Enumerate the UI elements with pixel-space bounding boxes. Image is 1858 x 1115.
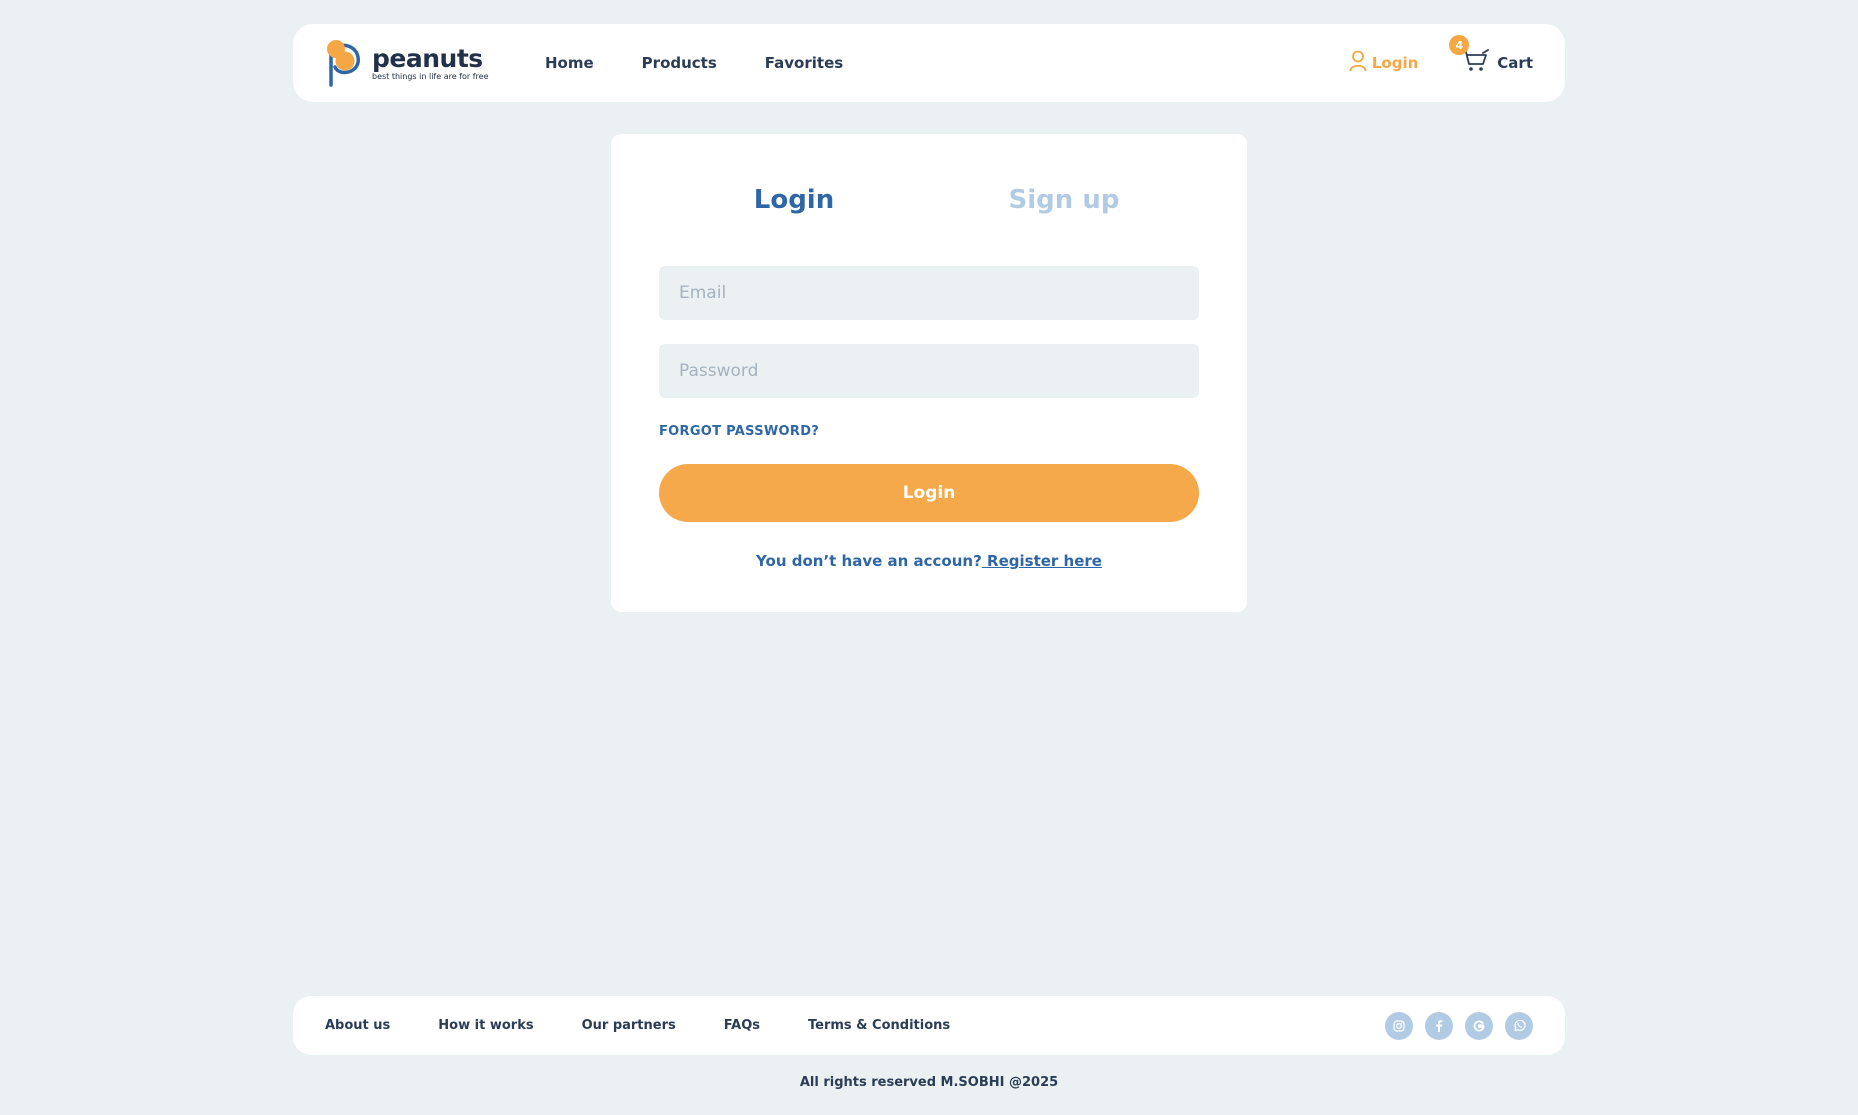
cart-button[interactable]: 4 Cart: [1449, 35, 1533, 77]
footer-link-how-it-works[interactable]: How it works: [438, 1018, 533, 1033]
cart-label: Cart: [1497, 54, 1533, 72]
site-footer: About us How it works Our partners FAQs …: [293, 996, 1565, 1055]
footer-link-terms[interactable]: Terms & Conditions: [808, 1018, 950, 1033]
footer-link-partners[interactable]: Our partners: [582, 1018, 676, 1033]
site-header: peanuts best things in life are for free…: [293, 24, 1565, 102]
auth-card: Login Sign up FORGOT PASSWORD? Login You…: [611, 134, 1247, 612]
brand-tagline: best things in life are for free: [372, 71, 489, 81]
header-login-link[interactable]: Login: [1349, 50, 1418, 76]
main-nav: Home Products Favorites: [545, 54, 891, 72]
register-link[interactable]: Register here: [982, 552, 1102, 570]
login-submit-button[interactable]: Login: [659, 464, 1199, 522]
footer-link-faqs[interactable]: FAQs: [724, 1018, 760, 1033]
password-field[interactable]: [659, 344, 1199, 398]
auth-tabs: Login Sign up: [659, 134, 1199, 250]
email-field[interactable]: [659, 266, 1199, 320]
whatsapp-icon[interactable]: [1505, 1011, 1533, 1040]
header-login-label: Login: [1371, 54, 1419, 72]
copyright-text: All rights reserved M.SOBHI @2025: [799, 1075, 1059, 1090]
nav-favorites[interactable]: Favorites: [765, 54, 843, 72]
register-prompt: You don’t have an accoun? Register here: [659, 552, 1199, 570]
peanut-logo-icon: [325, 39, 363, 87]
facebook-icon[interactable]: [1425, 1011, 1453, 1040]
register-prompt-text: You don’t have an accoun?: [756, 552, 982, 570]
cart-icon: [1461, 49, 1490, 77]
nav-products[interactable]: Products: [642, 54, 717, 72]
user-icon: [1349, 50, 1372, 76]
brand-logo[interactable]: peanuts best things in life are for free: [325, 39, 489, 87]
forgot-password-link[interactable]: FORGOT PASSWORD?: [659, 424, 819, 439]
google-icon[interactable]: [1465, 1011, 1493, 1040]
instagram-icon[interactable]: [1385, 1011, 1413, 1040]
brand-name: peanuts: [372, 43, 483, 73]
tab-login[interactable]: Login: [659, 185, 929, 215]
footer-link-about[interactable]: About us: [325, 1018, 390, 1033]
nav-home[interactable]: Home: [545, 54, 594, 72]
tab-signup[interactable]: Sign up: [929, 185, 1199, 215]
